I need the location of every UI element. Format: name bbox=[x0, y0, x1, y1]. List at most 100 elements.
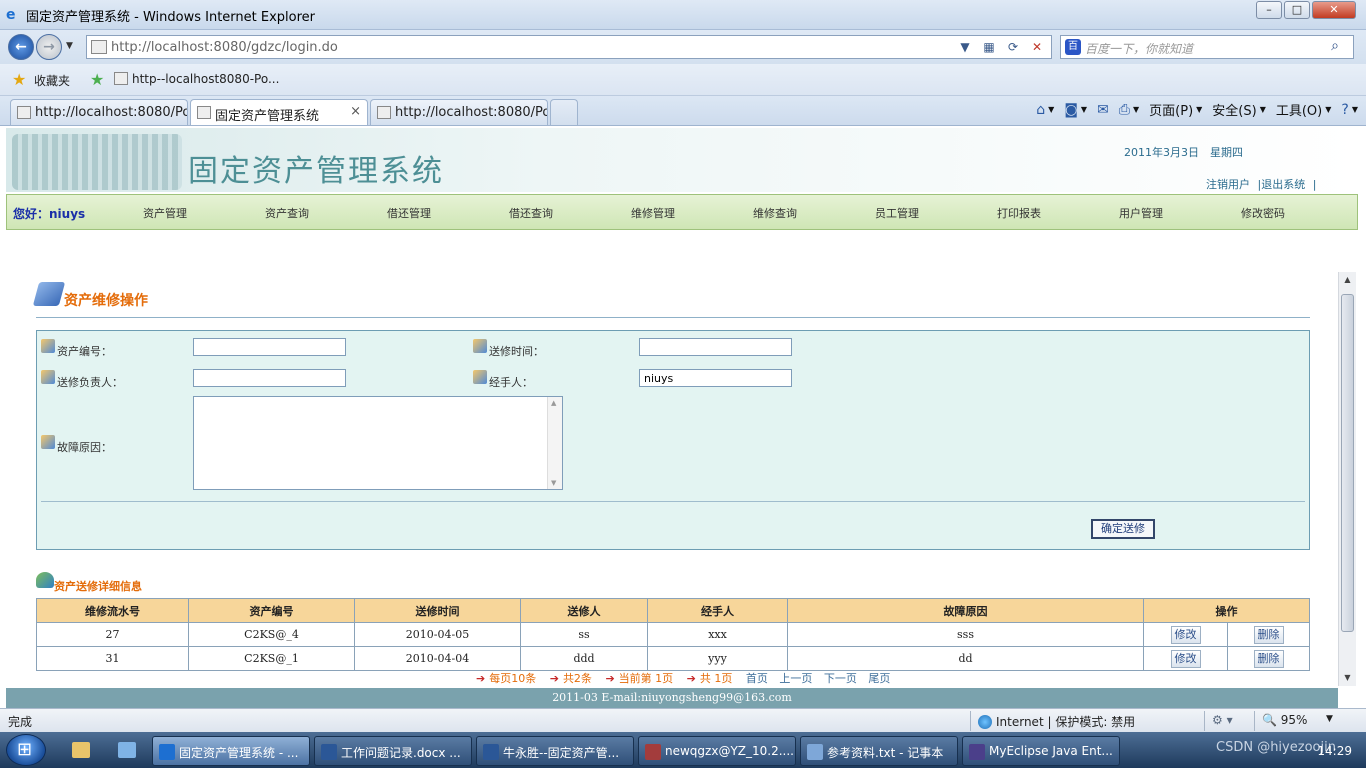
notepad-icon bbox=[807, 744, 823, 760]
prev-page-link[interactable]: 上一页 bbox=[779, 672, 812, 685]
tools-menu[interactable]: 工具(O) bbox=[1276, 100, 1322, 119]
explorer-icon[interactable] bbox=[72, 742, 90, 758]
taskbar-item-ie[interactable]: 固定资产管理系统 - ... bbox=[152, 736, 310, 766]
maximize-button[interactable]: □ bbox=[1284, 1, 1310, 19]
page-menu[interactable]: 页面(P) bbox=[1149, 100, 1193, 119]
menu-asset-query[interactable]: 资产查询 bbox=[265, 205, 309, 221]
refresh-icon[interactable]: ⟳ bbox=[1003, 38, 1023, 56]
home-icon[interactable]: ⌂ bbox=[1036, 102, 1045, 118]
menu-print-report[interactable]: 打印报表 bbox=[997, 205, 1041, 221]
next-page-link[interactable]: 下一页 bbox=[824, 672, 857, 685]
folder-icon bbox=[473, 339, 487, 353]
taskbar-item-notepad[interactable]: 参考资料.txt - 记事本 bbox=[800, 736, 958, 766]
menu-borrow-manage[interactable]: 借还管理 bbox=[387, 205, 431, 221]
status-bar: 完成 Internet | 保护模式: 禁用 ⚙ ▾ 🔍 95% ▼ bbox=[0, 708, 1366, 732]
address-dropdown-icon[interactable]: ▼ bbox=[955, 38, 975, 56]
handler-label: 经手人： bbox=[473, 370, 533, 390]
greeting: 您好：niuys bbox=[13, 207, 86, 221]
minimize-button[interactable]: – bbox=[1256, 1, 1282, 19]
reason-textarea[interactable] bbox=[193, 396, 563, 490]
col-reason: 故障原因 bbox=[787, 598, 1144, 623]
book-icon bbox=[32, 282, 66, 306]
taskbar-item-myeclipse[interactable]: MyEclipse Java Ent... bbox=[962, 736, 1120, 766]
add-favorite-icon[interactable]: ★ bbox=[90, 70, 104, 89]
last-page-link[interactable]: 尾页 bbox=[868, 672, 890, 685]
delete-button[interactable]: 删除 bbox=[1253, 625, 1284, 644]
address-bar[interactable]: http://localhost:8080/gdzc/login.do ▼ ▦ … bbox=[86, 35, 1052, 59]
taskbar-item-word[interactable]: 工作问题记录.docx ... bbox=[314, 736, 472, 766]
browser-tab-1[interactable]: http://localhost:8080/Po... bbox=[10, 99, 188, 125]
security-zone[interactable]: Internet | 保护模式: 禁用 bbox=[978, 713, 1135, 730]
users-icon bbox=[36, 572, 54, 588]
ie-logo-icon: e bbox=[6, 7, 16, 23]
reason-label: 故障原因： bbox=[41, 435, 112, 455]
close-window-button[interactable]: ✕ bbox=[1312, 1, 1356, 19]
page-viewport: 固定资产管理系统 2011年3月3日 星期四 注销用户 |退出系统 | 您好：n… bbox=[0, 126, 1366, 708]
help-icon[interactable]: ? bbox=[1341, 102, 1348, 118]
send-time-input[interactable] bbox=[639, 338, 792, 356]
menu-repair-query[interactable]: 维修查询 bbox=[753, 205, 797, 221]
handler-input[interactable] bbox=[639, 369, 792, 387]
edit-button[interactable]: 修改 bbox=[1170, 625, 1201, 644]
site-banner: 固定资产管理系统 2011年3月3日 星期四 注销用户 |退出系统 | bbox=[6, 128, 1358, 192]
back-button[interactable]: ← bbox=[8, 34, 34, 60]
asset-no-input[interactable] bbox=[193, 338, 346, 356]
logout-link[interactable]: 注销用户 bbox=[1206, 178, 1250, 191]
browser-tab-2[interactable]: 固定资产管理系统 × bbox=[190, 99, 368, 125]
page-icon bbox=[17, 106, 31, 119]
browser-tab-3[interactable]: http://localhost:8080/Po... bbox=[370, 99, 548, 125]
menu-staff-manage[interactable]: 员工管理 bbox=[875, 205, 919, 221]
arrow-icon: ➔ bbox=[605, 672, 615, 685]
mail-icon[interactable]: ✉ bbox=[1097, 102, 1109, 118]
search-placeholder[interactable]: 百度一下，你就知道 bbox=[1085, 40, 1193, 57]
favorites-button[interactable]: 收藏夹 bbox=[34, 72, 70, 89]
zoom-level[interactable]: 🔍 95% bbox=[1262, 713, 1307, 727]
taskbar-item-db[interactable]: newqgzx@YZ_10.2.... bbox=[638, 736, 796, 766]
feeds-icon[interactable]: ◙ bbox=[1064, 102, 1078, 118]
menu-user-manage[interactable]: 用户管理 bbox=[1119, 205, 1163, 221]
table-row: 31 C2KS@_1 2010-04-04 ddd yyy dd 修改 删除 bbox=[36, 646, 1310, 671]
exit-link[interactable]: |退出系统 bbox=[1258, 178, 1306, 191]
stop-icon[interactable]: ✕ bbox=[1027, 38, 1047, 56]
lock-icon[interactable]: ⚙ ▾ bbox=[1212, 713, 1233, 727]
page-icon bbox=[114, 72, 128, 85]
show-desktop-icon[interactable] bbox=[118, 742, 136, 758]
search-icon[interactable]: ⌕ bbox=[1331, 38, 1339, 54]
send-time-label: 送修时间： bbox=[473, 339, 544, 359]
search-box[interactable]: 百 百度一下，你就知道 ⌕ bbox=[1060, 35, 1354, 59]
favorites-star-icon[interactable]: ★ bbox=[12, 70, 26, 89]
col-sender: 送修人 bbox=[520, 598, 648, 623]
forward-button[interactable]: → bbox=[36, 34, 62, 60]
edit-button[interactable]: 修改 bbox=[1170, 649, 1201, 668]
print-icon[interactable]: ⎙ bbox=[1119, 102, 1130, 118]
safety-menu[interactable]: 安全(S) bbox=[1212, 100, 1256, 119]
delete-button[interactable]: 删除 bbox=[1253, 649, 1284, 668]
current-weekday: 星期四 bbox=[1210, 146, 1243, 159]
clock[interactable]: 14:29 bbox=[1317, 744, 1352, 758]
first-page-link[interactable]: 首页 bbox=[746, 672, 768, 685]
zoom-dropdown-icon[interactable]: ▼ bbox=[1326, 714, 1333, 724]
arrow-icon: ➔ bbox=[549, 672, 559, 685]
menu-change-password[interactable]: 修改密码 bbox=[1241, 205, 1285, 221]
history-dropdown-icon[interactable]: ▼ bbox=[66, 41, 73, 51]
compatibility-view-icon[interactable]: ▦ bbox=[979, 38, 999, 56]
close-tab-icon[interactable]: × bbox=[350, 104, 361, 119]
new-tab-button[interactable] bbox=[550, 99, 578, 125]
menu-repair-manage[interactable]: 维修管理 bbox=[631, 205, 675, 221]
taskbar-item-word-2[interactable]: 牛永胜--固定资产管... bbox=[476, 736, 634, 766]
word-icon bbox=[483, 744, 499, 760]
start-button[interactable] bbox=[6, 734, 46, 766]
menu-asset-manage[interactable]: 资产管理 bbox=[143, 205, 187, 221]
scroll-thumb[interactable] bbox=[1341, 294, 1354, 632]
menu-borrow-query[interactable]: 借还查询 bbox=[509, 205, 553, 221]
scroll-down-icon[interactable]: ▼ bbox=[1339, 670, 1356, 686]
owner-input[interactable] bbox=[193, 369, 346, 387]
favorite-link[interactable]: http--localhost8080-Po... bbox=[114, 72, 279, 86]
page-scrollbar[interactable]: ▲ ▼ bbox=[1338, 272, 1356, 686]
url-text[interactable]: http://localhost:8080/gdzc/login.do bbox=[111, 40, 338, 55]
confirm-repair-button[interactable]: 确定送修 bbox=[1091, 519, 1155, 539]
textarea-scrollbar[interactable] bbox=[547, 397, 562, 489]
scroll-up-icon[interactable]: ▲ bbox=[1339, 272, 1356, 288]
table-header-row: 维修流水号 资产编号 送修时间 送修人 经手人 故障原因 操作 bbox=[36, 598, 1310, 623]
address-toolbar: ← → ▼ http://localhost:8080/gdzc/login.d… bbox=[0, 30, 1366, 64]
